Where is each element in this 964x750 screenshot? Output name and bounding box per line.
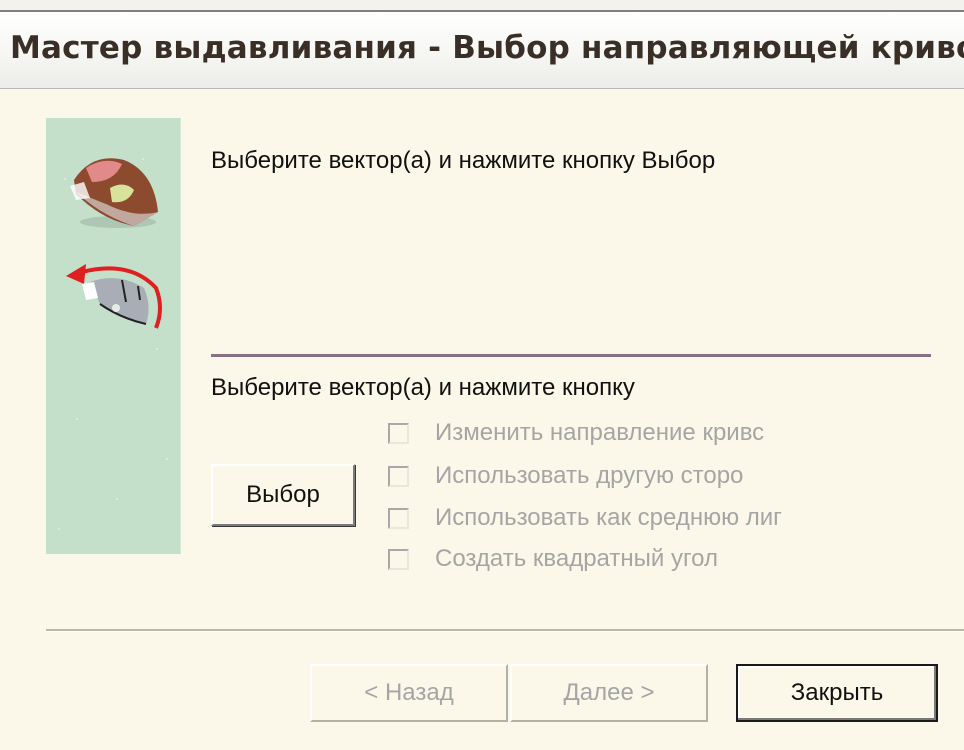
instruction-top: Выберите вектор(а) и нажмите кнопку Выбо…	[211, 147, 716, 174]
section-divider	[211, 354, 931, 357]
wizard-dialog: Мастер выдавливания - Выбор направляющей…	[0, 10, 964, 750]
mid-line-checkbox[interactable]	[388, 507, 409, 529]
next-button[interactable]: Далее >	[510, 664, 708, 722]
footer-divider	[46, 629, 964, 632]
other-side-checkbox[interactable]	[388, 465, 409, 487]
wizard-side-image	[46, 118, 181, 554]
reverse-curve-label: Изменить направление кривс	[435, 419, 765, 446]
option-mid-line[interactable]: Использовать как среднюю лиг	[388, 501, 782, 535]
title-bar[interactable]: Мастер выдавливания - Выбор направляющей…	[0, 12, 964, 89]
reverse-curve-checkbox[interactable]	[388, 422, 409, 444]
other-side-label: Использовать другую сторо	[435, 462, 744, 489]
extrude-solid-icon	[70, 158, 158, 228]
instruction-bottom: Выберите вектор(а) и нажмите кнопку	[211, 374, 635, 401]
option-reverse-curve[interactable]: Изменить направление кривс	[388, 416, 764, 450]
square-corner-checkbox[interactable]	[388, 548, 409, 570]
window-title: Мастер выдавливания - Выбор направляющей…	[10, 30, 964, 66]
option-square-corner[interactable]: Создать квадратный угол	[388, 542, 718, 576]
mid-line-label: Использовать как среднюю лиг	[435, 504, 782, 531]
option-other-side[interactable]: Использовать другую сторо	[388, 459, 743, 493]
close-button[interactable]: Закрыть	[736, 664, 938, 722]
rotate-direction-icon	[66, 264, 162, 329]
back-button[interactable]: < Назад	[310, 664, 508, 722]
select-button[interactable]: Выбор	[211, 464, 355, 526]
square-corner-label: Создать квадратный угол	[435, 545, 718, 572]
